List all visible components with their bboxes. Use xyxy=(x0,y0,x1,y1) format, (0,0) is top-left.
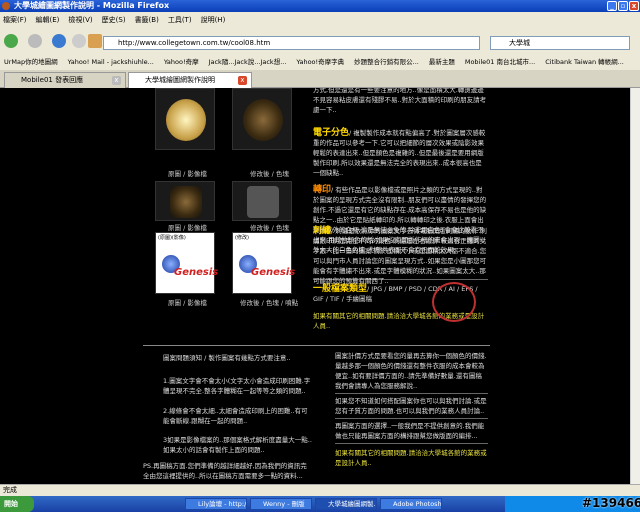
stop-icon[interactable] xyxy=(72,34,86,48)
notice-title: 圖案問題須知 / 製作圖案有幾點方式要注意.. xyxy=(163,354,291,362)
pricing-text: 圖案計價方式是要看您的量再去算你一個顏色的價錢.量越多那一個顏色的價錢還有整件衣… xyxy=(335,352,487,390)
bookmark-item[interactable]: 妙題整合行銷有限公... xyxy=(354,58,419,66)
taskbar: 開始 Lily論壇 - http://61... Wenny - 刪版 大學城繪… xyxy=(0,496,640,512)
bookmarks-toolbar: UrMap你的地圖網 Yahoo! Mail - jackshiuhle... Ya… xyxy=(0,55,640,70)
matching-text: 如果您不知道如何搭配圖案你也可以與我們討論.或是您有子質方面的問題.也可以與我們… xyxy=(335,397,487,415)
taskbar-item[interactable]: Wenny - 刪版 xyxy=(250,498,312,510)
image-modified-2 xyxy=(232,181,292,221)
minimize-button[interactable]: _ xyxy=(607,1,617,11)
intro-text: 方式,但是還是有一些要注意的地方..像是面積太大.轉燙邊邊不見容易粘皮膚還有殘膠… xyxy=(313,88,487,114)
section-text: / 刺繡是依照你的圖案文字去做電腦開版刺繡的動作.刺繡跟印刷是完全不同的東西.刺… xyxy=(313,227,487,285)
notice-item: 3如果是影像檔案的..那個案格式解析度盡量大一點..如果太小的話會有製作上面的問… xyxy=(163,436,312,454)
close-tab-icon[interactable]: x xyxy=(238,76,247,85)
section-title: 電子分色 xyxy=(313,128,350,138)
menu-edit[interactable]: 編輯(E) xyxy=(36,16,60,24)
bookmark-item[interactable]: Yahoo! Mail - jackshiuhle... xyxy=(68,58,154,66)
home-icon[interactable] xyxy=(88,34,102,48)
image-label: (修改) xyxy=(235,235,249,241)
close-tab-icon[interactable]: x xyxy=(112,76,121,85)
menu-bookmarks[interactable]: 書籤(B) xyxy=(135,16,159,24)
caption: 原圖 / 影像檔 xyxy=(168,224,207,232)
caption: 原圖 / 影像檔 xyxy=(168,299,207,307)
firefox-icon xyxy=(2,2,10,10)
tab-mobile01[interactable]: Mobile01 發表回應 x xyxy=(4,72,126,88)
watermark: #139466 xyxy=(582,496,640,510)
bookmark-item[interactable]: Yahoo!奇摩字典 xyxy=(296,58,344,66)
bookmark-item[interactable]: Jack隨...Jack說...Jack想... xyxy=(209,58,287,66)
divider xyxy=(143,345,490,346)
taskbar-item[interactable]: Lily論壇 - http://61... xyxy=(185,498,247,510)
caption: 修改後 / 色塊 xyxy=(250,170,289,178)
status-bar: 完成 xyxy=(0,484,640,496)
bookmark-item[interactable]: 最新主題 xyxy=(429,58,455,66)
menu-file[interactable]: 檔案(F) xyxy=(3,16,27,24)
contact-note: 如果有關其它的相關問題.請洽洽大學城各館的業務或是設計人員.. xyxy=(335,449,487,467)
bookmark-item[interactable]: Mobile01 南台北城市... xyxy=(465,58,535,66)
title-bar: 大學城繪圖網製作說明 - Mozilla Firefox _ ▫ x xyxy=(0,0,640,12)
menu-help[interactable]: 說明(H) xyxy=(201,16,226,24)
image-original-1 xyxy=(155,88,215,150)
divider xyxy=(335,393,488,394)
logo-text: Genesis xyxy=(174,267,219,278)
notice-item: 1.圖案文字會不會太小(文字太小會造成印刷困難.字體呈現不完全.整各字體糊在一起… xyxy=(163,377,311,395)
search-input[interactable]: 大學城 xyxy=(490,36,630,50)
forward-icon[interactable] xyxy=(28,34,42,48)
start-button[interactable]: 開始 xyxy=(0,496,34,512)
close-button[interactable]: x xyxy=(629,1,639,11)
image-original-2 xyxy=(155,181,215,221)
tab-active[interactable]: 大學城繪圖網製作說明 x xyxy=(128,72,252,88)
bookmark-item[interactable]: UrMap你的地圖網 xyxy=(4,58,58,66)
image-original-3: (原圖)(影像) Genesis xyxy=(155,232,219,294)
design-text: 再圖案方面的選擇..一般我們是不提供創意的.我們能做也只能再圖案方面的構排跟幫您… xyxy=(335,422,485,440)
taskbar-item[interactable]: Adobe Photoshop xyxy=(380,498,442,510)
notice-item: 2.線條會不會太細..太細會造成印刷上的困難..有可能會斷線.跟糊在一起的問題.… xyxy=(163,407,308,425)
address-bar[interactable]: http://www.collegetown.com.tw/cool08.htm xyxy=(103,36,480,50)
divider xyxy=(335,443,488,444)
divider xyxy=(335,418,488,419)
section-title: 刺繡 xyxy=(313,226,332,236)
annotation-circle xyxy=(432,282,476,322)
window-title: 大學城繪圖網製作說明 - Mozilla Firefox xyxy=(14,1,170,10)
section-title: 轉印 xyxy=(313,185,332,195)
caption: 原圖 / 影像檔 xyxy=(168,170,207,178)
back-icon[interactable] xyxy=(4,34,18,48)
image-label: (原圖)(影像) xyxy=(158,235,186,241)
tab-bar: Mobile01 發表回應 x 大學城繪圖網製作說明 x xyxy=(0,70,640,88)
taskbar-item[interactable]: 大學城繪圖網製... xyxy=(315,498,377,510)
section-electronic-color: 電子分色/ 複製製作成本就有點偏高了.對於圖案層次感較重的作品可以參考一下.它可… xyxy=(313,128,488,178)
bookmark-item[interactable]: Yahoo!奇摩 xyxy=(164,58,199,66)
menu-history[interactable]: 歷史(S) xyxy=(102,16,126,24)
ps-note: PS.再圖稿方面.您們準備的越詳細越好,因為我們的資訊完全由您這裡提供的..所以… xyxy=(143,462,307,480)
menu-bar: 檔案(F) 編輯(E) 檢視(V) 歷史(S) 書籤(B) 工具(T) 說明(H) xyxy=(0,12,640,27)
reload-icon[interactable] xyxy=(52,34,66,48)
caption: 修改後 / 色塊 / 噴點 xyxy=(240,299,299,307)
menu-view[interactable]: 檢視(V) xyxy=(68,16,92,24)
caption: 修改後 / 色塊 xyxy=(250,224,289,232)
vertical-scrollbar[interactable] xyxy=(630,88,640,484)
page-content: 原圖 / 影像檔 修改後 / 色塊 原圖 / 影像檔 修改後 / 色塊 (原圖)… xyxy=(0,88,630,484)
maximize-button[interactable]: ▫ xyxy=(618,1,628,11)
image-modified-3: (修改) Genesis xyxy=(232,232,296,294)
section-embroidery-text: 刺繡/ 刺繡是依照你的圖案文字去做電腦開版刺繡的動作.刺繡跟印刷是完全不同的東西… xyxy=(313,226,488,286)
bookmark-item[interactable]: Citibank Taiwan 轉帳網... xyxy=(545,58,624,66)
tab-label: Mobile01 發表回應 xyxy=(21,76,84,84)
image-modified-1 xyxy=(232,88,292,150)
logo-text: Genesis xyxy=(251,267,296,278)
menu-tools[interactable]: 工具(T) xyxy=(168,16,192,24)
tab-label: 大學城繪圖網製作說明 xyxy=(145,76,215,84)
